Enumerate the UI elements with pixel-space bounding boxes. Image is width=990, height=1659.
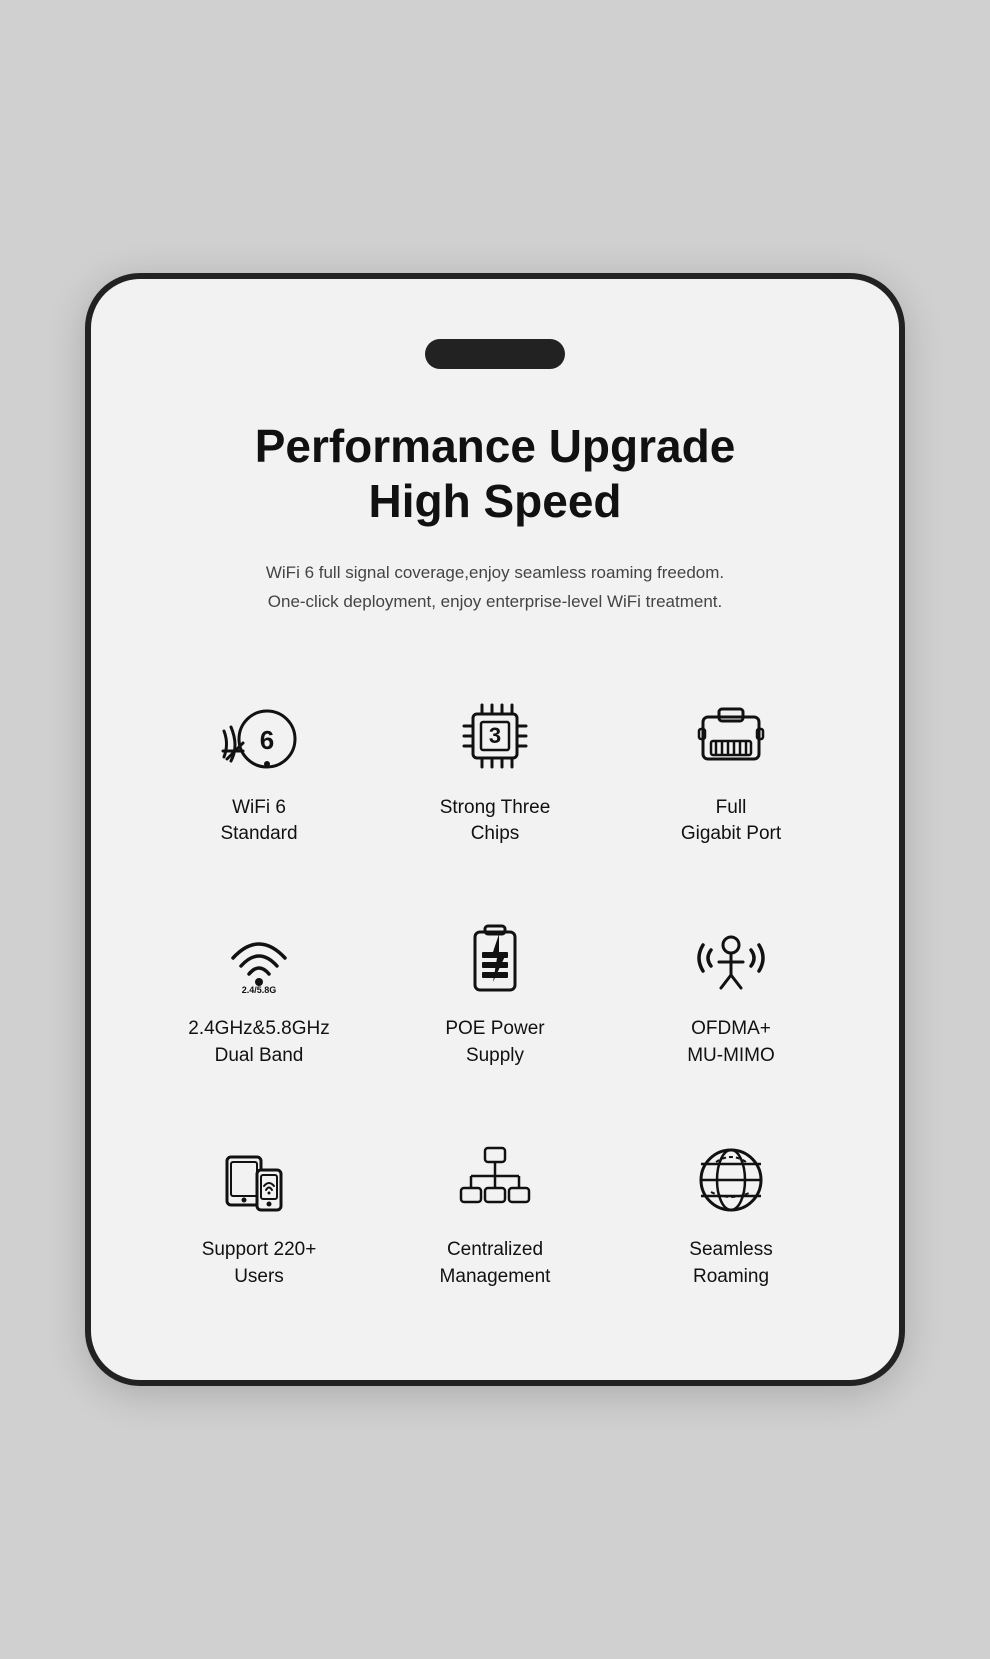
phone-notch [425,339,565,369]
main-title: Performance Upgrade High Speed [131,419,859,529]
feature-dualband-label: 2.4GHz&5.8GHzDual Band [188,1016,330,1069]
svg-text:6: 6 [260,725,274,755]
feature-users-label: Support 220+Users [202,1237,317,1290]
wifi6-icon: 6 [214,697,304,777]
feature-gigabit-label: FullGigabit Port [681,795,781,848]
phone-frame: Performance Upgrade High Speed WiFi 6 fu… [85,273,905,1387]
feature-roaming-label: SeamlessRoaming [689,1237,772,1290]
poe-icon [450,918,540,998]
feature-wifi6: 6 WiFi 6Standard [141,667,377,878]
feature-chips-label: Strong ThreeChips [440,795,551,848]
port-icon [686,697,776,777]
management-icon [450,1139,540,1219]
svg-text:2.4/5.8G: 2.4/5.8G [242,985,277,995]
feature-gigabit: FullGigabit Port [613,667,849,878]
svg-text:3: 3 [489,723,501,748]
feature-ofdma-label: OFDMA+MU-MIMO [687,1016,775,1069]
feature-chips: 3 [377,667,613,878]
roaming-icon [686,1139,776,1219]
feature-ofdma: OFDMA+MU-MIMO [613,888,849,1099]
feature-management-label: CentralizedManagement [440,1237,551,1290]
ofdma-icon [686,918,776,998]
feature-poe: POE PowerSupply [377,888,613,1099]
dualband-icon: 2.4/5.8G [214,918,304,998]
feature-dualband: 2.4/5.8G 2.4GHz&5.8GHzDual Band [141,888,377,1099]
feature-poe-label: POE PowerSupply [445,1016,544,1069]
chip-icon: 3 [450,697,540,777]
feature-roaming: SeamlessRoaming [613,1109,849,1320]
features-grid: 6 WiFi 6Standard 3 [131,667,859,1321]
feature-wifi6-label: WiFi 6Standard [220,795,297,848]
page-wrapper: Performance Upgrade High Speed WiFi 6 fu… [0,0,990,1659]
users-icon [214,1139,304,1219]
feature-management: CentralizedManagement [377,1109,613,1320]
feature-users: Support 220+Users [141,1109,377,1320]
subtitle: WiFi 6 full signal coverage,enjoy seamle… [131,559,859,617]
